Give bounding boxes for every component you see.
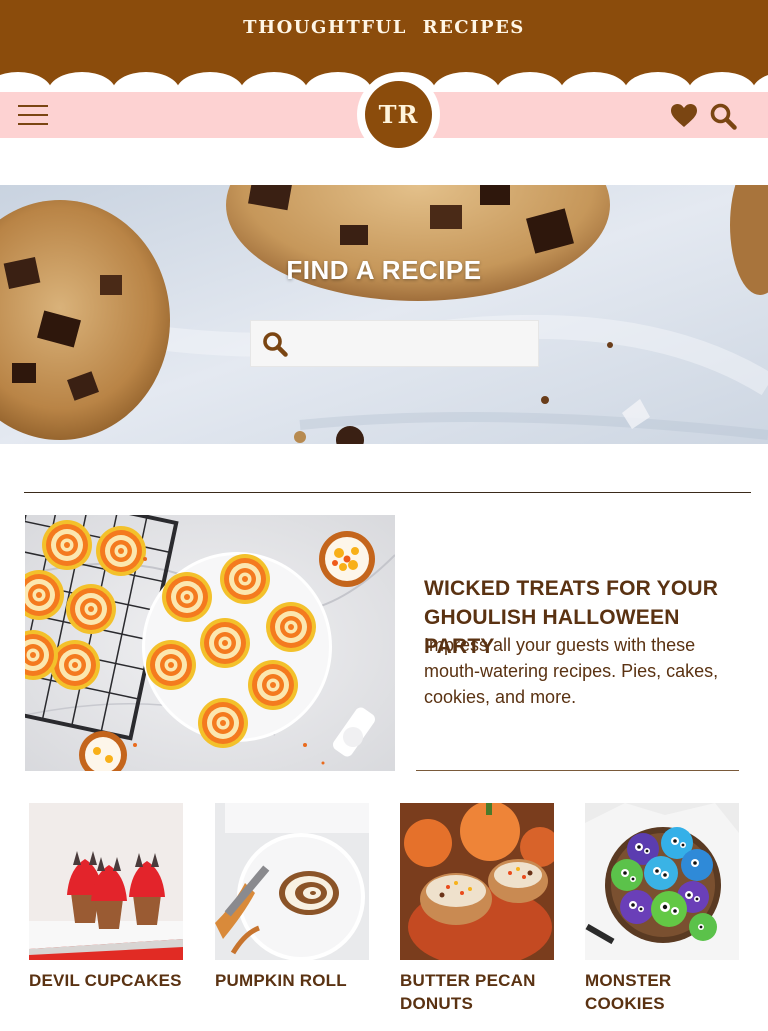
- recipe-title[interactable]: DEVIL CUPCAKES: [29, 969, 183, 992]
- monster-cookies-image: [585, 803, 739, 960]
- pinwheel-cookies-image: [25, 515, 395, 771]
- hamburger-menu-icon[interactable]: [18, 105, 48, 127]
- scallop: [304, 72, 372, 92]
- hero-title: FIND A RECIPE: [286, 255, 482, 285]
- scallop: [752, 75, 768, 92]
- butter-pecan-donuts-image: [400, 803, 554, 960]
- scallop: [560, 72, 628, 92]
- hero-cookies-image: [0, 185, 768, 444]
- site-title[interactable]: THOUGHTFUL RECIPES: [0, 17, 768, 38]
- scallop: [432, 72, 500, 92]
- site-logo[interactable]: TR: [365, 81, 432, 148]
- recipe-title[interactable]: PUMPKIN ROLL: [215, 969, 369, 992]
- scallop: [0, 72, 52, 92]
- recipe-card-monster-cookies[interactable]: MONSTER COOKIES: [585, 803, 739, 1015]
- hero-section: FIND A RECIPE: [0, 185, 768, 444]
- scallop: [624, 72, 692, 92]
- pumpkin-roll-image: [215, 803, 369, 960]
- recipe-card-devil-cupcakes[interactable]: DEVIL CUPCAKES: [29, 803, 183, 992]
- feature-divider: [416, 770, 739, 771]
- logo-text: TR: [378, 100, 419, 129]
- devil-cupcakes-image: [29, 803, 183, 960]
- recipe-search-box[interactable]: [250, 320, 539, 367]
- recipe-card-butter-pecan-donuts[interactable]: BUTTER PECAN DONUTS: [400, 803, 554, 1015]
- section-divider: [24, 492, 751, 493]
- recipe-title[interactable]: MONSTER COOKIES: [585, 969, 739, 1015]
- scallop: [112, 72, 180, 92]
- recipe-title[interactable]: BUTTER PECAN DONUTS: [400, 969, 554, 1015]
- recipe-card-pumpkin-roll[interactable]: PUMPKIN ROLL: [215, 803, 369, 992]
- search-icon[interactable]: [261, 330, 289, 358]
- scallop: [176, 72, 244, 92]
- halloween-cookies-feature-image[interactable]: [25, 515, 395, 771]
- scallop: [240, 72, 308, 92]
- heart-icon[interactable]: [670, 102, 698, 130]
- feature-description: Impress all your guests with these mouth…: [424, 635, 719, 707]
- scallop: [496, 72, 564, 92]
- scallop: [688, 72, 756, 92]
- scallop: [48, 72, 116, 92]
- search-icon[interactable]: [709, 102, 737, 130]
- recipe-search-input[interactable]: [297, 321, 535, 366]
